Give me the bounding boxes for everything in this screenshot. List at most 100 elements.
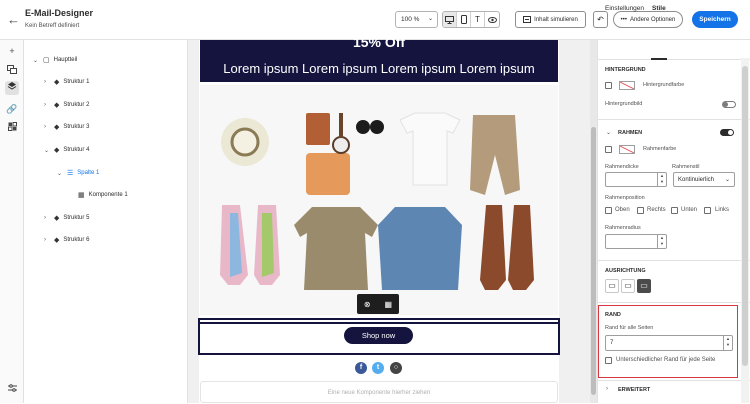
desktop-view-icon[interactable] — [443, 12, 457, 27]
layers-icon[interactable] — [5, 81, 19, 95]
chevron-down-icon[interactable]: ⌄ — [606, 129, 611, 136]
mobile-view-icon[interactable] — [457, 12, 471, 27]
simulate-icon — [523, 16, 532, 23]
fragments-icon[interactable] — [5, 121, 19, 135]
chevron-right-icon[interactable]: › — [606, 386, 608, 392]
frame-color-label: Rahmenfarbe — [643, 146, 677, 152]
stepper-icon[interactable]: ▲ ▼ — [657, 173, 666, 186]
link-icon[interactable]: 🔗 — [5, 102, 19, 116]
advanced-heading[interactable]: ERWEITERT — [618, 387, 650, 393]
chevron-right-icon: › — [44, 124, 46, 130]
promo-banner[interactable]: 15% Off Lorem ipsum Lorem ipsum Lorem ip… — [200, 34, 558, 82]
align-middle-icon[interactable]: ▭ — [621, 279, 635, 293]
frame-radius-label: Rahmenradius — [605, 225, 641, 231]
frame-toggle[interactable] — [720, 129, 734, 136]
more-options-label: Andere Optionen — [629, 16, 676, 23]
position-left-checkbox[interactable] — [704, 207, 711, 214]
separator-line — [200, 322, 558, 324]
stepper-icon[interactable]: ▲ ▼ — [723, 336, 732, 350]
layers-icon: ◆ — [54, 237, 60, 244]
tree-item-structure-2[interactable]: › ◆ Struktur 2 — [44, 101, 89, 109]
component-toolbar: ⊗ ▦ — [357, 294, 399, 314]
active-tab-indicator — [651, 58, 667, 60]
layers-icon: ◆ — [54, 102, 60, 109]
chevron-right-icon: › — [44, 215, 46, 221]
undo-icon[interactable]: ↶ — [593, 11, 608, 28]
divider — [597, 260, 750, 261]
tree-item-label: Komponente 1 — [88, 192, 128, 198]
add-icon[interactable]: + — [5, 44, 19, 58]
margin-different-checkbox[interactable] — [605, 357, 612, 364]
settings-tree-icon[interactable] — [5, 383, 19, 397]
toggle-knob — [723, 102, 728, 107]
position-left-label: Links — [715, 207, 730, 213]
frame-color-swatch[interactable] — [619, 145, 635, 154]
background-color-swatch[interactable] — [619, 81, 635, 90]
tab-settings[interactable]: Einstellungen — [605, 5, 644, 12]
tree-item-structure-1[interactable]: › ◆ Struktur 1 — [44, 78, 89, 86]
chevron-down-icon: ⌄ — [44, 147, 50, 154]
frame-color-checkbox[interactable] — [605, 146, 612, 153]
align-top-icon[interactable]: ▭ — [605, 279, 619, 293]
chevron-down-icon: ⌄ — [57, 170, 63, 177]
frame-style-select[interactable]: Kontinuierlich ⌄ — [673, 172, 735, 187]
margin-value: 7 — [610, 340, 614, 346]
position-top-checkbox[interactable] — [605, 207, 612, 214]
facebook-icon[interactable]: f — [355, 362, 367, 374]
frame-radius-input[interactable]: ▲ ▼ — [605, 234, 667, 249]
chevron-down-icon: ⌄ — [724, 177, 730, 183]
position-top-label: Oben — [615, 207, 630, 213]
save-button[interactable]: Speichern — [692, 11, 738, 28]
assets-icon[interactable] — [5, 64, 19, 78]
stepper-icon[interactable]: ▲ ▼ — [657, 235, 666, 248]
tree-item-root[interactable]: ⌄ ▢ Hauptteil — [33, 56, 77, 64]
background-image-toggle[interactable] — [722, 101, 736, 108]
simulate-content-button[interactable]: Inhalt simulieren — [515, 11, 586, 28]
canvas-scrollbar-thumb[interactable] — [591, 127, 596, 395]
tree-item-component-1[interactable]: ▦ Komponente 1 — [78, 191, 128, 199]
back-arrow-icon[interactable]: ← — [7, 12, 20, 27]
drag-handle-icon[interactable]: ▦ — [384, 300, 392, 309]
tree-item-structure-3[interactable]: › ◆ Struktur 3 — [44, 123, 89, 131]
margin-all-input[interactable]: 7 ▲ ▼ — [605, 335, 733, 351]
tree-item-structure-6[interactable]: › ◆ Struktur 6 — [44, 236, 89, 244]
more-options-button[interactable]: ••• Andere Optionen — [613, 11, 683, 28]
alignment-heading: AUSRICHTUNG — [605, 268, 646, 274]
tree-item-structure-4[interactable]: ⌄ ◆ Struktur 4 — [44, 146, 89, 154]
chevron-right-icon: › — [44, 237, 46, 243]
simulate-label: Inhalt simulieren — [534, 16, 578, 23]
instagram-icon[interactable]: ○ — [390, 362, 402, 374]
position-bottom-label: Unten — [681, 207, 698, 213]
tree-item-structure-5[interactable]: › ◆ Struktur 5 — [44, 214, 89, 222]
position-bottom-checkbox[interactable] — [671, 207, 678, 214]
divider — [597, 119, 750, 120]
background-color-label: Hintergrundfarbe — [643, 82, 685, 88]
tab-styles[interactable]: Stile — [652, 5, 666, 12]
frame-width-input[interactable]: ▲ ▼ — [605, 172, 667, 187]
panel-scrollbar[interactable] — [741, 58, 749, 403]
preview-eye-icon[interactable] — [485, 12, 499, 27]
position-right-checkbox[interactable] — [637, 207, 644, 214]
background-color-checkbox[interactable] — [605, 82, 612, 89]
delete-icon[interactable]: ⊗ — [364, 300, 371, 309]
frame-style-label: Rahmenstil — [672, 164, 700, 170]
tree-item-column-1[interactable]: ⌄ ☰ Spalte 1 — [57, 169, 99, 177]
zoom-value: 100 % — [401, 16, 420, 23]
text-view-icon[interactable]: T — [471, 12, 485, 27]
twitter-icon[interactable]: t — [372, 362, 384, 374]
banner-text: Lorem ipsum Lorem ipsum Lorem ipsum Lore… — [223, 61, 535, 76]
zoom-select[interactable]: 100 % ⌄ — [395, 11, 438, 28]
layers-icon: ◆ — [54, 215, 60, 222]
tree-item-label: Struktur 3 — [63, 124, 90, 130]
margin-heading: RAND — [605, 312, 621, 318]
component-dropzone[interactable]: Eine neue Komponente hierher ziehen — [200, 381, 558, 403]
align-bottom-icon[interactable]: ▭ — [637, 279, 651, 293]
layers-icon: ◆ — [54, 79, 60, 86]
margin-different-label: Unterschiedlicher Rand für jede Seite — [616, 357, 716, 363]
shop-now-button[interactable]: Shop now — [344, 327, 413, 344]
layers-icon: ◆ — [54, 147, 60, 154]
product-image[interactable] — [200, 85, 558, 315]
panel-scrollbar-thumb[interactable] — [742, 66, 748, 366]
chevron-down-icon: ⌄ — [427, 16, 433, 22]
device-toggle-group: T — [442, 11, 500, 28]
